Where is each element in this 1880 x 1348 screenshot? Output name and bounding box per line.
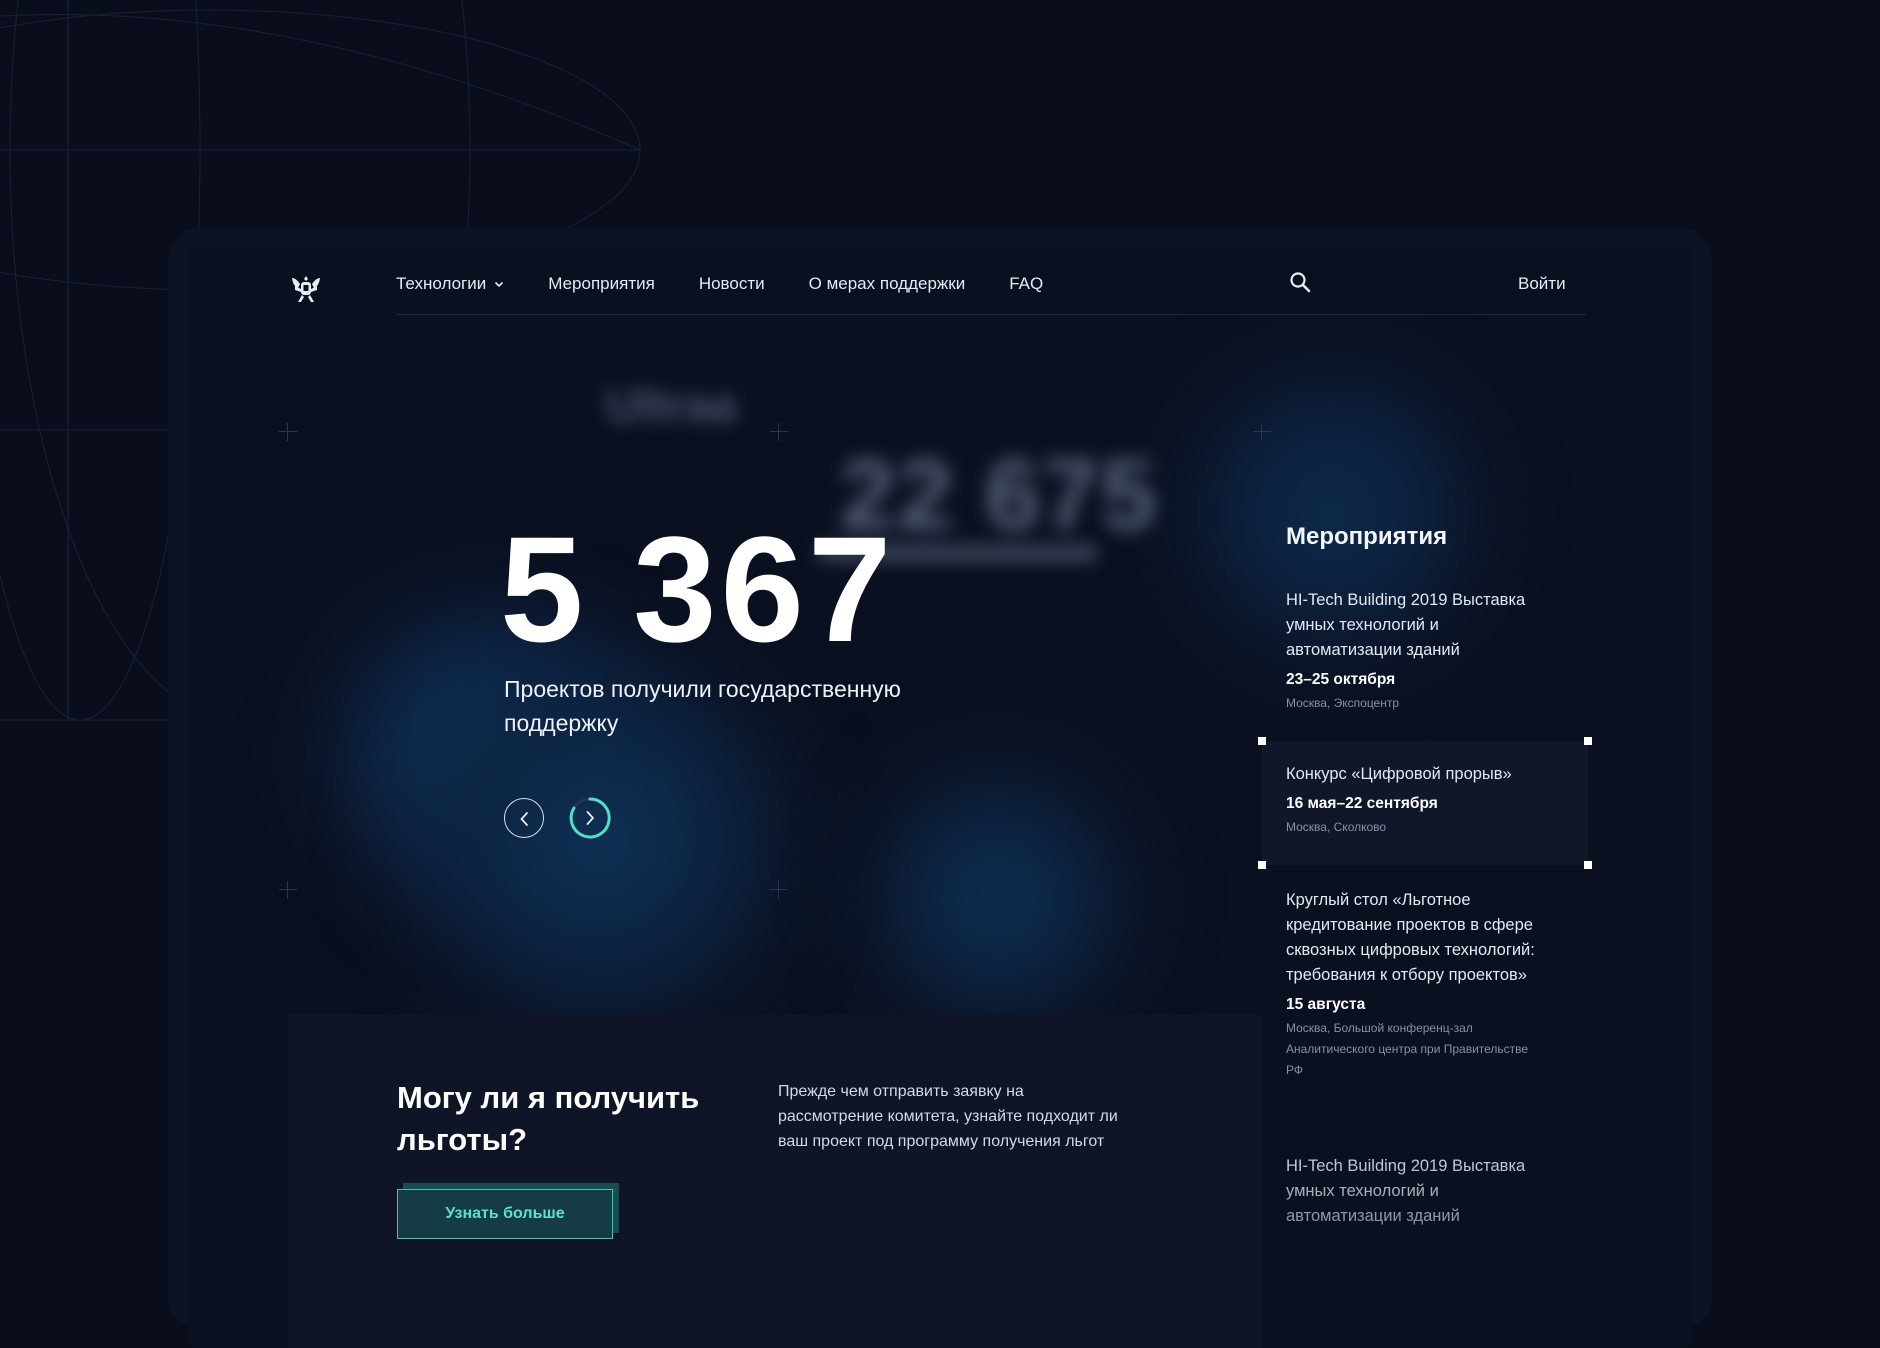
double-headed-eagle-icon[interactable] [286, 268, 326, 308]
benefits-panel: Могу ли я получить льготы? Прежде чем от… [288, 1015, 1262, 1348]
selection-handle[interactable] [1258, 737, 1266, 745]
event-date: 16 мая–22 сентября [1286, 795, 1576, 813]
nav-item-news[interactable]: Новости [699, 274, 765, 294]
hero-stat-number: 5 367 [500, 514, 895, 664]
chevron-left-icon [505, 799, 545, 839]
event-location: Москва, Экспоцентр [1286, 693, 1536, 714]
event-date: 15 августа [1286, 996, 1536, 1014]
hero-stat-caption: Проектов получили государственную поддер… [504, 672, 924, 740]
nav-item-technologies[interactable]: Технологии [396, 274, 504, 294]
event-title: HI-Tech Building 2019 Выставка умных тех… [1286, 588, 1536, 663]
nav-item-events[interactable]: Мероприятия [548, 274, 655, 294]
header-divider [396, 314, 1586, 315]
plus-marker [279, 881, 297, 899]
blurred-stat-label: Ultraa [606, 378, 736, 432]
selection-handle[interactable] [1584, 861, 1592, 869]
plus-marker [1253, 423, 1271, 441]
benefits-description: Прежде чем отправить заявку на рассмотре… [778, 1079, 1128, 1154]
event-title: Конкурс «Цифровой прорыв» [1286, 762, 1576, 787]
site-screen: Технологии Мероприятия Новости О мерах п… [188, 248, 1692, 1348]
plus-marker [279, 423, 297, 441]
event-item[interactable]: Круглый стол «Льготное кредитование прое… [1286, 888, 1536, 1081]
event-location: Москва, Сколково [1286, 817, 1576, 838]
slider-next-button[interactable] [570, 798, 610, 838]
nav-item-support[interactable]: О мерах поддержки [809, 274, 966, 294]
nav-item-label: FAQ [1009, 274, 1043, 294]
plus-marker [770, 881, 788, 899]
nav-item-label: О мерах поддержки [809, 274, 966, 294]
event-item[interactable]: HI-Tech Building 2019 Выставка умных тех… [1286, 1154, 1536, 1229]
events-title: Мероприятия [1286, 523, 1447, 551]
nav-item-faq[interactable]: FAQ [1009, 274, 1043, 294]
selection-handle[interactable] [1258, 861, 1266, 869]
benefits-title: Могу ли я получить льготы? [397, 1077, 717, 1161]
slider-prev-button[interactable] [504, 798, 544, 838]
nav-item-label: Технологии [396, 274, 486, 294]
chevron-right-icon [568, 796, 612, 840]
glow-bottom [848, 748, 1148, 1048]
event-item-selected[interactable]: Конкурс «Цифровой прорыв» 16 мая–22 сент… [1286, 762, 1576, 838]
chevron-down-icon [494, 279, 504, 289]
main-nav: Технологии Мероприятия Новости О мерах п… [396, 274, 1043, 294]
nav-item-label: Мероприятия [548, 274, 655, 294]
event-date: 23–25 октября [1286, 671, 1536, 689]
nav-item-label: Новости [699, 274, 765, 294]
selection-handle[interactable] [1584, 737, 1592, 745]
event-item[interactable]: HI-Tech Building 2019 Выставка умных тех… [1286, 588, 1536, 714]
search-icon[interactable] [1288, 270, 1312, 294]
login-link[interactable]: Войти [1518, 274, 1566, 294]
event-title: Круглый стол «Льготное кредитование прое… [1286, 888, 1536, 988]
event-location: Москва, Большой конференц-зал Аналитичес… [1286, 1018, 1536, 1081]
event-title: HI-Tech Building 2019 Выставка умных тех… [1286, 1154, 1536, 1229]
learn-more-button[interactable]: Узнать больше [397, 1189, 613, 1239]
plus-marker [770, 423, 788, 441]
